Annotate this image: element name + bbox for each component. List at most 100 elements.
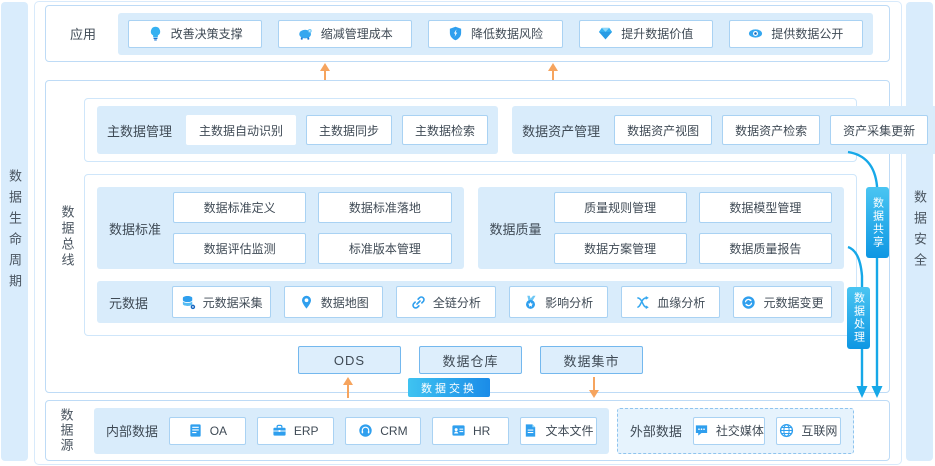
app-item-improve-decision-support-label: 改善决策支撑 — [171, 25, 243, 42]
master-data-item-label: 主数据同步 — [319, 122, 379, 139]
data-share-label: 数据共享 — [870, 197, 886, 249]
internal-data-item-erp[interactable]: ERP — [257, 417, 334, 445]
data-asset-item-label: 数据资产视图 — [627, 122, 699, 139]
data-standard-item[interactable]: 数据标准定义 — [173, 192, 306, 223]
data-security-sidebar: 数据安全 — [906, 2, 933, 461]
database-icon — [181, 295, 196, 310]
globe-icon — [779, 423, 794, 438]
data-quality-item-label: 数据模型管理 — [729, 199, 801, 216]
app-item-provide-data-openness[interactable]: 提供数据公开 — [729, 20, 863, 48]
data-lifecycle-sidebar: 数据生命周期 — [1, 2, 28, 461]
metadata-item-lineage-analysis-label: 血缘分析 — [657, 294, 705, 311]
data-lifecycle-label: 数据生命周期 — [5, 169, 24, 295]
data-quality-item[interactable]: 质量规则管理 — [554, 192, 687, 223]
metadata-item-lineage-analysis[interactable]: 血缘分析 — [621, 286, 720, 318]
internal-data-item-oa-label: OA — [210, 424, 227, 438]
data-quality-label: 数据质量 — [490, 219, 542, 238]
down-arrow — [588, 377, 600, 398]
data-share-badge: 数据共享 — [866, 187, 889, 258]
chat-icon — [694, 423, 709, 438]
medal-icon — [523, 295, 538, 310]
external-data-item-social-media[interactable]: 社交媒体 — [693, 417, 765, 445]
metadata-item-impact-analysis[interactable]: 影响分析 — [509, 286, 608, 318]
internal-data-item-erp-label: ERP — [294, 424, 319, 438]
link-icon — [411, 295, 426, 310]
data-standard-block: 数据标准 数据标准定义数据标准落地数据评估监测标准版本管理 — [97, 187, 464, 269]
app-item-lower-data-risk[interactable]: 降低数据风险 — [428, 20, 562, 48]
data-quality-items: 质量规则管理 数据模型管理数据方案管理 数据质量报告 — [554, 192, 832, 264]
internal-data-item-text-file-label: 文本文件 — [545, 422, 593, 439]
internal-data-item-oa[interactable]: OA — [169, 417, 246, 445]
storage-box[interactable]: 数据集市 — [540, 346, 643, 374]
application-item-strip: 改善决策支撑 缩减管理成本 降低数据风险 提升数据价值提供数据公开 — [118, 13, 873, 55]
metadata-item-metadata-change[interactable]: 元数据变更 — [733, 286, 832, 318]
metadata-item-metadata-collection[interactable]: 元数据采集 — [172, 286, 271, 318]
master-data-item[interactable]: 主数据检索 — [402, 115, 488, 145]
metadata-item-data-map-label: 数据地图 — [321, 294, 369, 311]
master-data-strip: 主数据管理 主数据自动识别主数据同步主数据检索 — [97, 106, 498, 154]
data-standard-item-label: 数据标准落地 — [349, 199, 421, 216]
app-item-reduce-management-cost[interactable]: 缩减管理成本 — [278, 20, 412, 48]
external-data-item-internet-label: 互联网 — [801, 422, 837, 439]
doc-lines-icon — [188, 423, 203, 438]
data-asset-item[interactable]: 数据资产视图 — [614, 115, 712, 145]
app-item-reduce-management-cost-label: 缩减管理成本 — [321, 25, 393, 42]
master-data-items: 主数据自动识别 主数据同步 主数据检索 — [186, 115, 488, 145]
data-standard-item[interactable]: 标准版本管理 — [318, 233, 451, 264]
master-asset-section: 主数据管理 主数据自动识别主数据同步主数据检索 数据资产管理 数据资产视图数据资… — [84, 98, 857, 162]
internal-data-items: OA ERP CRM HR 文本文件 — [169, 417, 597, 445]
data-quality-item-label: 质量规则管理 — [584, 199, 656, 216]
data-source-label: 数据源 — [57, 408, 76, 453]
data-asset-item[interactable]: 数据资产检索 — [722, 115, 820, 145]
metadata-strip: 元数据 元数据采集 数据地图 全链分析 影响分析 血缘分析 元数据变更 — [97, 281, 844, 323]
master-data-item-label: 主数据检索 — [415, 122, 475, 139]
text-file-icon — [523, 423, 538, 438]
external-data-label: 外部数据 — [630, 421, 682, 440]
external-data-strip: 外部数据 社交媒体 互联网 — [617, 408, 854, 454]
data-security-label: 数据安全 — [910, 190, 929, 274]
metadata-label: 元数据 — [109, 293, 159, 312]
metadata-items: 元数据采集 数据地图 全链分析 影响分析 血缘分析 元数据变更 — [172, 286, 832, 318]
data-exchange-label: 数据交换 — [421, 380, 477, 396]
external-data-item-internet[interactable]: 互联网 — [776, 417, 841, 445]
application-layer: 应用 改善决策支撑缩减管理成本降低数据风险提升数据价值提供数据公开 — [45, 5, 890, 62]
refresh-icon — [741, 295, 756, 310]
data-standard-item-label: 标准版本管理 — [349, 240, 421, 257]
storage-box[interactable]: ODS — [298, 346, 401, 374]
data-quality-item[interactable]: 数据方案管理 — [554, 233, 687, 264]
metadata-item-impact-analysis-label: 影响分析 — [545, 294, 593, 311]
metadata-item-data-map[interactable]: 数据地图 — [284, 286, 383, 318]
master-data-item-label: 主数据自动识别 — [199, 122, 283, 139]
data-quality-item[interactable]: 数据模型管理 — [699, 192, 832, 223]
metadata-item-metadata-change-label: 元数据变更 — [763, 294, 823, 311]
piggy-bank-icon — [298, 26, 313, 41]
data-standard-item-label: 数据标准定义 — [204, 199, 276, 216]
data-standard-item[interactable]: 数据评估监测 — [173, 233, 306, 264]
eye-icon — [748, 26, 763, 41]
data-quality-item[interactable]: 数据质量报告 — [699, 233, 832, 264]
internal-data-item-text-file[interactable]: 文本文件 — [520, 417, 597, 445]
data-asset-label: 数据资产管理 — [522, 121, 600, 140]
master-data-item[interactable]: 主数据自动识别 — [186, 115, 296, 145]
data-source-layer: 数据源 内部数据 OA ERP CRM HR 文本文件 外部数据 社交媒体 互联网 — [45, 400, 890, 461]
internal-data-strip: 内部数据 OA ERP CRM HR 文本文件 — [94, 408, 609, 454]
internal-data-item-hr[interactable]: HR — [432, 417, 509, 445]
metadata-item-full-chain-analysis-label: 全链分析 — [433, 294, 481, 311]
storage-box[interactable]: 数据仓库 — [419, 346, 522, 374]
shield-icon — [448, 26, 463, 41]
map-pin-icon — [299, 295, 314, 310]
data-source-label-wrap: 数据源 — [46, 408, 86, 453]
internal-data-item-crm[interactable]: CRM — [345, 417, 422, 445]
data-quality-item-label: 数据方案管理 — [584, 240, 656, 257]
internal-data-label: 内部数据 — [106, 421, 158, 440]
metadata-item-full-chain-analysis[interactable]: 全链分析 — [396, 286, 495, 318]
data-bus-label: 数据总线 — [58, 205, 77, 269]
external-data-items: 社交媒体 互联网 — [693, 417, 841, 445]
app-item-lower-data-risk-label: 降低数据风险 — [471, 25, 543, 42]
app-item-raise-data-value[interactable]: 提升数据价值 — [579, 20, 713, 48]
data-standard-item[interactable]: 数据标准落地 — [318, 192, 451, 223]
master-data-item[interactable]: 主数据同步 — [306, 115, 392, 145]
data-process-badge: 数据处理 — [847, 287, 870, 349]
data-asset-item-label: 数据资产检索 — [735, 122, 807, 139]
app-item-improve-decision-support[interactable]: 改善决策支撑 — [128, 20, 262, 48]
